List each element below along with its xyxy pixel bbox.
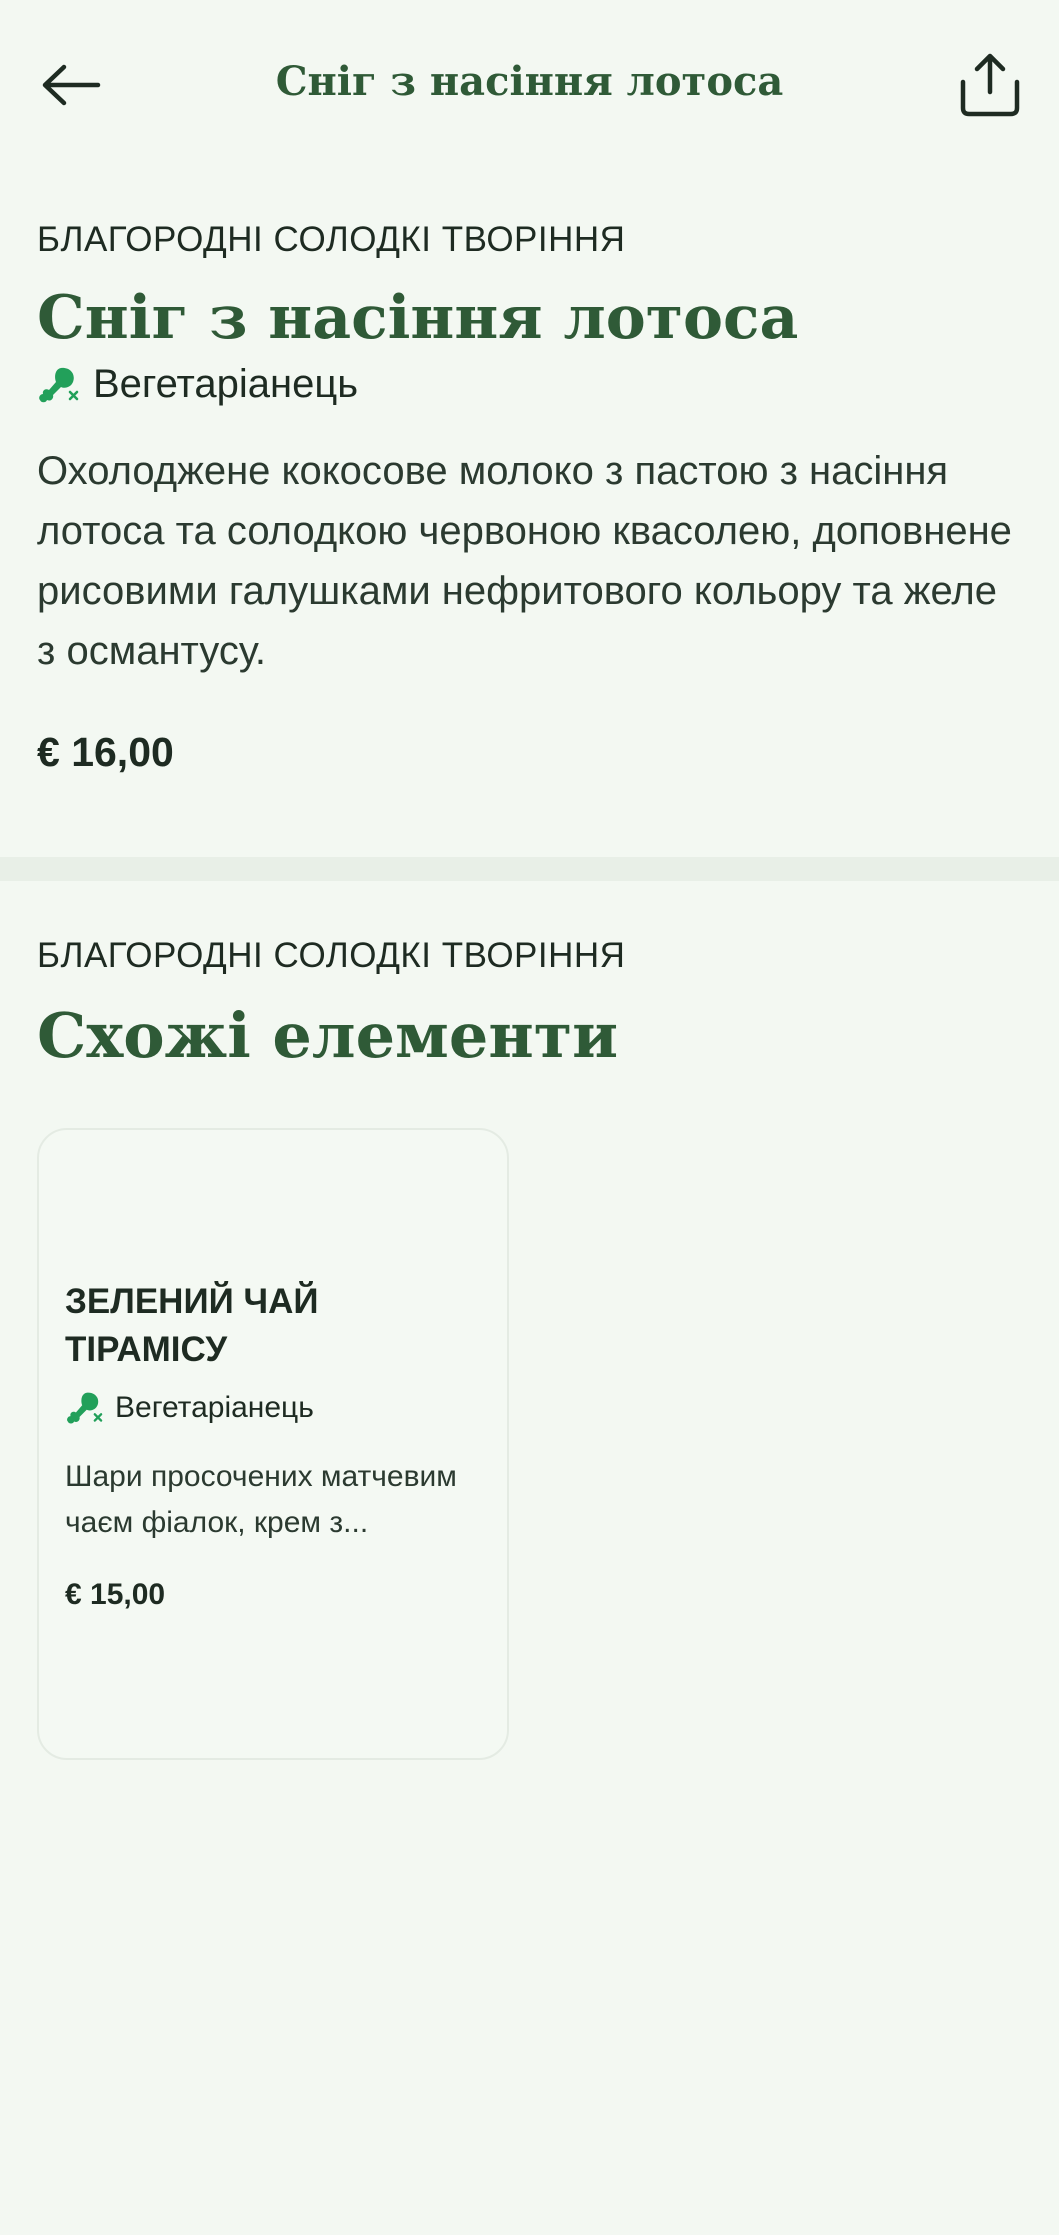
- share-icon: [960, 53, 1020, 117]
- no-meat-icon: [39, 367, 79, 402]
- card-item-price: € 15,00: [65, 1578, 166, 1611]
- product-category: БЛАГОРОДНІ СОЛОДКІ ТВОРІННЯ: [37, 220, 626, 259]
- product-details: БЛАГОРОДНІ СОЛОДКІ ТВОРІННЯ Сніг з насін…: [37, 220, 1022, 776]
- card-diet-label: Вегетаріанець: [115, 1391, 314, 1424]
- similar-items-section: БЛАГОРОДНІ СОЛОДКІ ТВОРІННЯ Схожі елемен…: [37, 936, 1022, 1074]
- header-title: Сніг з насіння лотоса: [275, 58, 784, 105]
- share-button[interactable]: [955, 48, 1025, 122]
- back-button[interactable]: [36, 50, 106, 120]
- no-meat-icon: [67, 1392, 103, 1424]
- diet-label: Вегетаріанець: [93, 362, 359, 406]
- arrow-left-icon: [42, 64, 101, 106]
- product-name: Сніг з насіння лотоса: [37, 283, 799, 353]
- top-app-bar: Сніг з насіння лотоса: [0, 0, 1059, 172]
- diet-badge: Вегетаріанець: [37, 362, 1022, 407]
- card-diet-badge: Вегетаріанець: [65, 1390, 485, 1426]
- product-description: Охолоджене кокосове молоко з пастою з на…: [37, 449, 1012, 673]
- similar-title: Схожі елементи: [37, 999, 619, 1072]
- card-body: ЗЕЛЕНИЙ ЧАЙ ТІРАМІСУ Вегетаріанець Шари …: [65, 1278, 485, 1612]
- section-divider: [0, 857, 1059, 881]
- card-item-name: ЗЕЛЕНИЙ ЧАЙ ТІРАМІСУ: [65, 1282, 319, 1369]
- card-item-description: Шари просочених матчевим чаєм фіалок, кр…: [65, 1460, 457, 1539]
- product-price: € 16,00: [37, 729, 174, 775]
- similar-category: БЛАГОРОДНІ СОЛОДКІ ТВОРІННЯ: [37, 936, 626, 975]
- similar-item-card[interactable]: ЗЕЛЕНИЙ ЧАЙ ТІРАМІСУ Вегетаріанець Шари …: [37, 1128, 509, 1760]
